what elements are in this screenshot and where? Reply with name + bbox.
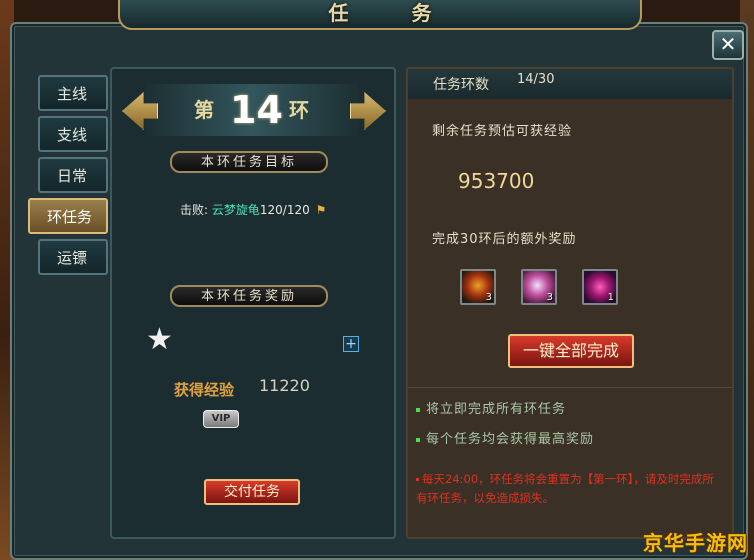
- tab-ring-task[interactable]: 环任务: [28, 198, 108, 234]
- objective-progress: 120/120: [259, 203, 310, 217]
- plus-icon[interactable]: +: [343, 336, 359, 352]
- window-title-bar: 任 务: [118, 0, 642, 30]
- watermark: 京华手游网: [643, 531, 748, 555]
- objective-action: 击败:: [180, 203, 209, 217]
- tab-side[interactable]: 支线: [38, 116, 108, 152]
- remaining-exp-value: 953700: [458, 169, 535, 193]
- ring-count-value: 14/30: [517, 72, 555, 87]
- bullet-item: 将立即完成所有环任务: [416, 398, 566, 417]
- objective-header: 本环任务目标: [170, 151, 328, 173]
- ring-count-label: 任务环数: [433, 77, 489, 93]
- bullet-icon: [416, 407, 420, 412]
- extra-reward-label: 完成30环后的额外奖励: [432, 232, 577, 247]
- bullet-item: 每个任务均会获得最高奖励: [416, 428, 594, 447]
- tab-escort[interactable]: 运镖: [38, 239, 108, 275]
- item-count: 3: [485, 292, 492, 303]
- reset-notice-text: 每天24:00，环任务将会重置为【第一环】，请及时完成所有环任务，以免造成损失。: [416, 472, 714, 505]
- vip-badge: VIP: [203, 410, 239, 428]
- ring-suffix: 环: [289, 98, 309, 122]
- fire-crystal-icon[interactable]: 3: [460, 269, 496, 305]
- notice-dot-icon: [416, 478, 419, 481]
- item-count: 1: [607, 292, 614, 303]
- objective-target-link[interactable]: 云梦旋龟: [212, 203, 260, 217]
- objective-row: 击败: 云梦旋龟120/120 ⚑: [180, 201, 326, 218]
- exp-value: 11220: [259, 376, 310, 395]
- bullet-text: 每个任务均会获得最高奖励: [426, 432, 595, 447]
- complete-all-button[interactable]: 一键全部完成: [508, 334, 634, 368]
- ring-number: 14: [230, 88, 283, 132]
- tab-main[interactable]: 主线: [38, 75, 108, 111]
- flag-icon[interactable]: ⚑: [316, 203, 327, 217]
- ring-prefix: 第: [194, 98, 214, 122]
- star-icon: ★: [146, 322, 173, 357]
- bullet-icon: [416, 437, 420, 442]
- divider: [408, 387, 732, 388]
- tab-daily[interactable]: 日常: [38, 157, 108, 193]
- pink-crystal-icon[interactable]: 3: [521, 269, 557, 305]
- remaining-exp-label: 剩余任务预估可获经验: [432, 124, 573, 139]
- item-count: 3: [546, 292, 553, 303]
- reward-header: 本环任务奖励: [170, 285, 328, 307]
- window-title: 任 务: [328, 1, 460, 25]
- close-button[interactable]: ✕: [712, 30, 744, 60]
- exp-label: 获得经验: [174, 381, 235, 399]
- bullet-text: 将立即完成所有环任务: [426, 402, 567, 417]
- submit-task-button[interactable]: 交付任务: [204, 479, 300, 505]
- reset-notice: 每天24:00，环任务将会重置为【第一环】，请及时完成所有环任务，以免造成损失。: [416, 470, 716, 508]
- magic-orb-icon[interactable]: 1: [582, 269, 618, 305]
